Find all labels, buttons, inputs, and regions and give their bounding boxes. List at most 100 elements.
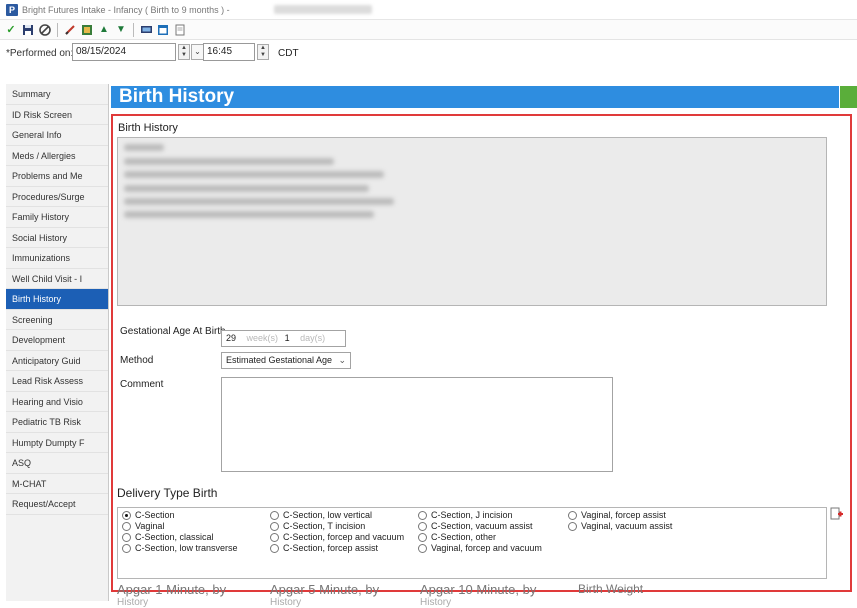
apgar-1-sub-label: History <box>117 597 149 608</box>
calendar-icon[interactable] <box>156 23 170 37</box>
document-icon[interactable] <box>80 23 94 37</box>
radio-circle-icon <box>568 510 577 520</box>
performed-date-field[interactable]: 08/15/2024 <box>72 43 176 61</box>
sidebar-item[interactable]: Well Child Visit - I <box>6 269 108 289</box>
delivery-type-radio[interactable]: Vaginal, forcep assist <box>568 510 666 520</box>
sidebar-item[interactable]: Anticipatory Guid <box>6 351 108 371</box>
sidebar-item-label: Development <box>12 335 66 345</box>
sidebar-item[interactable]: *Social History <box>6 228 108 248</box>
edit-icon[interactable] <box>63 23 77 37</box>
patient-name-redacted <box>274 5 372 14</box>
sidebar-item[interactable]: Lead Risk Assess <box>6 371 108 392</box>
sidebar-item-label: General Info <box>12 130 62 140</box>
radio-circle-icon <box>122 510 131 520</box>
radio-circle-icon <box>122 532 131 542</box>
delivery-type-label: C-Section, low vertical <box>283 510 373 520</box>
delivery-type-radio[interactable]: C-Section, forcep assist <box>270 543 378 553</box>
sidebar-item[interactable]: General Info <box>6 125 108 146</box>
sidebar-item[interactable]: ASQ <box>6 453 108 474</box>
sidebar-item-label: Hearing and Visio <box>12 396 83 407</box>
cancel-icon[interactable] <box>38 23 52 37</box>
delivery-type-radio[interactable]: C-Section, forcep and vacuum <box>270 532 404 542</box>
delivery-type-title: Delivery Type Birth <box>117 486 218 500</box>
date-spinner[interactable]: ▲ ▼ <box>178 44 190 60</box>
window-title: Bright Futures Intake - Infancy ( Birth … <box>22 5 230 15</box>
sidebar-item[interactable]: Humpty Dumpty F <box>6 433 108 453</box>
delivery-type-radio[interactable]: Vaginal <box>122 521 164 531</box>
method-value: Estimated Gestational Age <box>226 355 333 365</box>
sidebar-item-label: Well Child Visit - I <box>12 273 83 284</box>
sidebar-item-label: ID Risk Screen <box>12 109 73 120</box>
time-spinner[interactable]: ▲ ▼ <box>257 44 269 60</box>
delivery-type-radio[interactable]: C-Section, low transverse <box>122 543 238 553</box>
sidebar-nav: Summary ID Risk Screen General Info Meds / … <box>6 84 109 601</box>
sidebar-item[interactable]: ID Risk Screen <box>6 105 108 125</box>
method-label: Method <box>120 355 154 366</box>
sidebar-item[interactable]: Summary <box>6 84 108 105</box>
delivery-type-label: C-Section, classical <box>135 532 214 542</box>
redacted-text <box>124 158 334 165</box>
gestational-age-label: Gestational Age At Birth <box>120 326 226 337</box>
sidebar-item-label: Anticipatory Guid <box>12 355 81 366</box>
radio-circle-icon <box>568 521 577 531</box>
save-icon[interactable] <box>21 23 35 37</box>
apgar-1-label: Apgar 1 Minute, by <box>117 582 227 597</box>
sidebar-item[interactable]: Screening <box>6 310 108 330</box>
up-arrow-icon[interactable]: ▲ <box>97 23 111 37</box>
sidebar-item[interactable]: Pediatric TB Risk <box>6 412 108 433</box>
down-arrow-icon[interactable]: ▼ <box>114 23 128 37</box>
sidebar-item[interactable]: Request/Accept <box>6 494 108 515</box>
sidebar-item[interactable]: Birth History <box>6 289 108 310</box>
sidebar-item-label: Meds / Allergies <box>12 150 76 161</box>
sidebar-item[interactable]: Meds / Allergies <box>6 146 108 166</box>
performed-time-field[interactable]: 16:45 <box>203 43 255 61</box>
sidebar-item[interactable]: Problems and Me <box>6 166 108 187</box>
method-select[interactable]: Estimated Gestational Age ⌄ <box>221 352 351 369</box>
sidebar-item-label: Lead Risk Assess <box>12 376 84 386</box>
apgar-5-sub-label: History <box>270 597 302 608</box>
delivery-type-label: C-Section, J incision <box>431 510 513 520</box>
sidebar-item[interactable]: Hearing and Visio <box>6 392 108 412</box>
sidebar-item[interactable]: Procedures/Surge <box>6 187 108 207</box>
page-title: Birth History <box>111 86 839 108</box>
add-entry-icon[interactable] <box>830 507 844 521</box>
delivery-type-radio[interactable]: C-Section, other <box>418 532 496 542</box>
monitor-icon[interactable] <box>139 23 153 37</box>
redacted-text <box>124 211 374 218</box>
radio-circle-icon <box>122 543 131 553</box>
delivery-type-radio[interactable]: C-Section, J incision <box>418 510 513 520</box>
radio-circle-icon <box>270 543 279 553</box>
comment-textarea[interactable] <box>221 377 613 472</box>
ga-days-value: 1 <box>284 333 290 343</box>
toolbar-divider <box>57 22 58 37</box>
delivery-type-radio[interactable]: Vaginal, vacuum assist <box>568 521 672 531</box>
delivery-type-radio[interactable]: C-Section, T incision <box>270 521 365 531</box>
apgar-10-sub-label: History <box>420 597 452 608</box>
delivery-type-radio[interactable]: C-Section, vacuum assist <box>418 521 533 531</box>
delivery-type-radio[interactable]: C-Section, low vertical <box>270 510 372 520</box>
print-preview-icon[interactable] <box>173 23 187 37</box>
sidebar-item[interactable]: Family History <box>6 207 108 228</box>
birth-history-summary-box <box>117 137 827 306</box>
sidebar-item[interactable]: M-CHAT <box>6 474 108 494</box>
sidebar-item-label: Birth History <box>12 294 62 304</box>
delivery-type-radio[interactable]: Vaginal, forcep and vacuum <box>418 543 542 553</box>
sidebar-item[interactable]: Immunizations <box>6 248 108 269</box>
radio-circle-icon <box>418 521 427 531</box>
sidebar-item[interactable]: Development <box>6 330 108 351</box>
radio-circle-icon <box>418 510 427 520</box>
delivery-type-radio[interactable]: C-Section <box>122 510 175 520</box>
delivery-type-label: Vaginal, forcep assist <box>581 510 666 520</box>
gestational-age-field[interactable]: 29 week(s) 1 day(s) <box>221 330 346 347</box>
redacted-text <box>124 144 164 151</box>
sidebar-item-label: Summary <box>12 89 51 99</box>
status-strip <box>840 86 857 108</box>
sidebar-item-label: M-CHAT <box>12 478 47 489</box>
delivery-type-label: C-Section, forcep and vacuum <box>283 532 405 542</box>
checkmark-icon[interactable]: ✓ <box>4 23 18 37</box>
ga-weeks-unit: week(s) <box>246 333 279 343</box>
radio-circle-icon <box>270 521 279 531</box>
radio-circle-icon <box>122 521 131 531</box>
sidebar-item-label: ASQ <box>12 458 32 468</box>
delivery-type-radio[interactable]: C-Section, classical <box>122 532 214 542</box>
